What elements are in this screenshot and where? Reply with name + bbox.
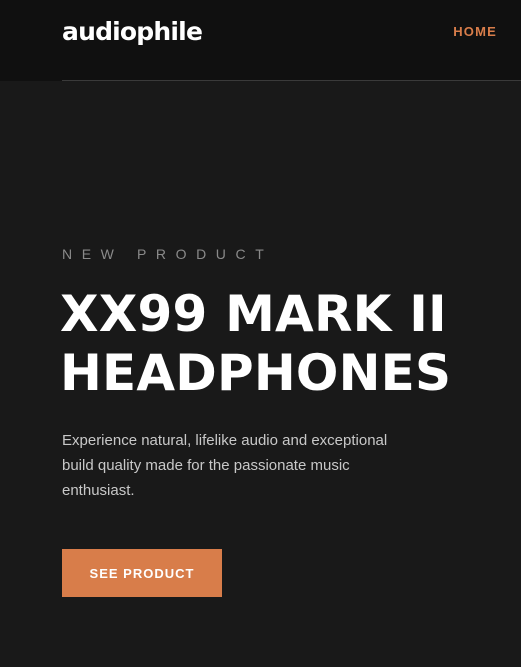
nav-link-home[interactable]: HOME <box>453 24 497 40</box>
hero-section: NEW PRODUCT XX99 MARK II HEADPHONES Expe… <box>0 81 521 667</box>
product-description: Experience natural, lifelike audio and e… <box>62 432 388 499</box>
see-product-button[interactable]: SEE PRODUCT <box>62 549 222 597</box>
headline-line-2: HEADPHONES <box>60 344 452 402</box>
new-product-eyebrow: NEW PRODUCT <box>62 246 274 262</box>
product-headline: XX99 MARK II HEADPHONES <box>60 285 500 403</box>
headline-line-1: XX99 MARK II <box>60 285 447 343</box>
audiophile-logo[interactable]: audiophile <box>62 16 203 48</box>
site-header: audiophile HOME <box>0 0 521 81</box>
